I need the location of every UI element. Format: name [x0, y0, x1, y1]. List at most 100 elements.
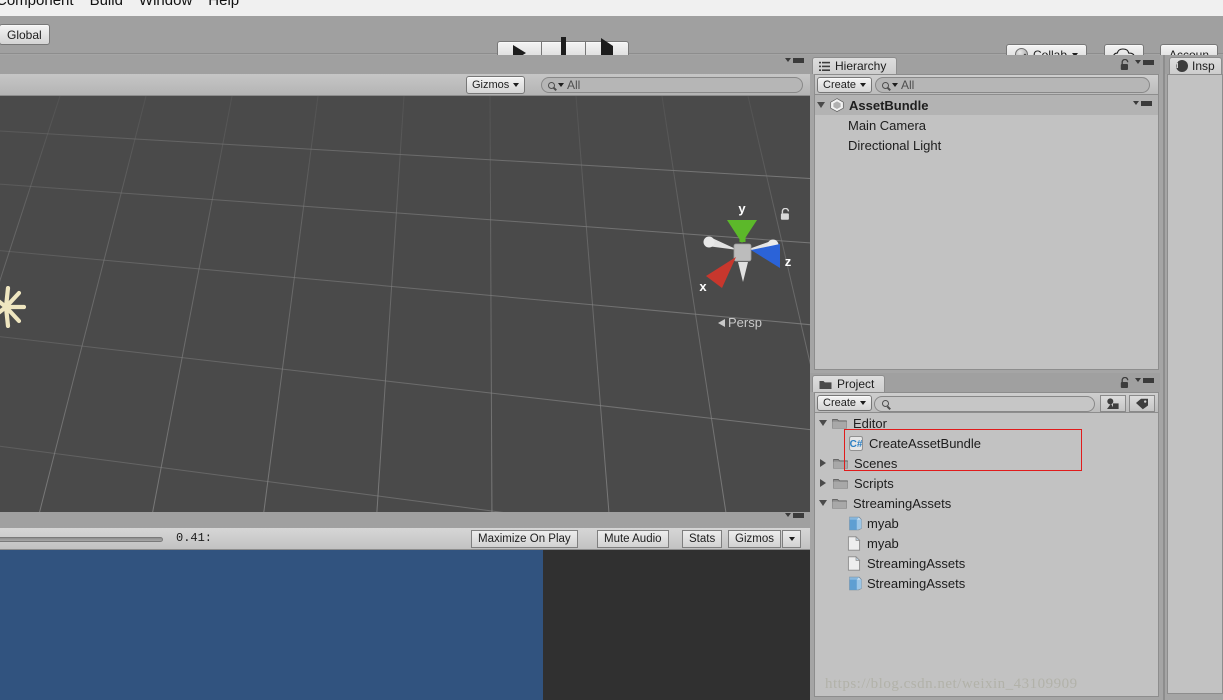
- folder-icon: [819, 380, 832, 389]
- project-item-label: Editor: [853, 415, 887, 431]
- file-icon: [847, 535, 861, 551]
- hierarchy-search-value: All: [901, 78, 915, 92]
- project-toolbar: Create: [814, 392, 1159, 413]
- scene-projection-label: Persp: [718, 315, 762, 330]
- chevron-down-icon: [860, 83, 867, 87]
- game-gizmos-button[interactable]: Gizmos: [728, 530, 781, 548]
- hierarchy-scene-label: AssetBundle: [849, 97, 929, 113]
- game-render-area: [0, 550, 543, 700]
- menu-lines-icon: [793, 513, 804, 518]
- game-options-button[interactable]: [785, 513, 804, 518]
- maximize-on-play-button[interactable]: Maximize On Play: [471, 530, 578, 548]
- hierarchy-lock-icon[interactable]: [1120, 59, 1130, 71]
- scene-gizmos-dropdown[interactable]: Gizmos: [466, 76, 526, 94]
- menu-item-help[interactable]: Help: [208, 0, 239, 9]
- hierarchy-item-label: Main Camera: [848, 117, 927, 133]
- chevron-down-icon[interactable]: [819, 420, 827, 426]
- tab-project[interactable]: Project: [812, 375, 886, 392]
- tab-hierarchy[interactable]: Hierarchy: [812, 57, 898, 74]
- chevron-down-icon: [513, 83, 520, 87]
- chevron-down-icon[interactable]: [817, 102, 825, 108]
- menu-item-build[interactable]: Build: [90, 0, 123, 9]
- scene-toolbar: Gizmos All: [0, 74, 810, 96]
- project-filter-by-label-button[interactable]: [1129, 395, 1155, 412]
- right-dock-column: Hierarchy Create All AssetBundle Main Ca…: [810, 55, 1165, 700]
- project-tree[interactable]: Editor C# CreateAssetBundle Scenes Scrip…: [814, 413, 1159, 697]
- folder-icon: [833, 478, 848, 489]
- mute-audio-button[interactable]: Mute Audio: [597, 530, 669, 548]
- scene-viewport[interactable]: y z x Persp: [0, 96, 810, 512]
- csharp-script-icon: C#: [849, 435, 863, 451]
- project-item-streamingassets-bundle[interactable]: StreamingAssets: [815, 573, 1158, 593]
- game-tab-row: [0, 512, 810, 528]
- game-view-panel: 0.41: Maximize On Play Mute Audio Stats …: [0, 512, 810, 700]
- project-panel: Project Create Editor C# CreateAssetBund…: [810, 373, 1160, 700]
- game-scale-slider[interactable]: [0, 537, 163, 542]
- menu-item-window[interactable]: Window: [139, 0, 192, 9]
- hierarchy-scene-row[interactable]: AssetBundle: [815, 95, 1158, 115]
- project-item-myab-bundle[interactable]: myab: [815, 513, 1158, 533]
- pivot-rotation-button[interactable]: Global: [0, 24, 50, 45]
- search-icon: [882, 400, 889, 407]
- menu-item-component[interactable]: Component: [0, 0, 74, 9]
- directional-light-gizmo-icon: [0, 286, 26, 328]
- project-item-label: StreamingAssets: [867, 555, 966, 571]
- hierarchy-item-main-camera[interactable]: Main Camera: [815, 115, 1158, 135]
- hierarchy-toolbar: Create All: [814, 74, 1159, 95]
- hierarchy-item-label: Directional Light: [848, 137, 942, 153]
- hierarchy-tree[interactable]: AssetBundle Main Camera Directional Ligh…: [814, 95, 1159, 370]
- folder-icon: [833, 458, 848, 469]
- chevron-down-icon: [892, 83, 898, 87]
- chevron-right-icon[interactable]: [820, 479, 826, 487]
- project-item-editor[interactable]: Editor: [815, 413, 1158, 433]
- project-search-input[interactable]: [874, 395, 1095, 412]
- scene-search-value: All: [567, 78, 581, 92]
- tab-inspector[interactable]: i Insp: [1169, 57, 1222, 74]
- svg-text:y: y: [738, 201, 746, 216]
- project-item-createassetbundle[interactable]: C# CreateAssetBundle: [815, 433, 1158, 453]
- project-create-button[interactable]: Create: [817, 395, 873, 411]
- inspector-tab-label: Insp: [1192, 59, 1215, 73]
- scene-lock-icon[interactable]: [780, 208, 791, 221]
- scene-grid: [0, 96, 810, 512]
- main-toolbar: Global Collab Accoun: [0, 16, 1223, 69]
- project-item-myab-manifest[interactable]: myab: [815, 533, 1158, 553]
- chevron-down-icon: [558, 83, 564, 87]
- project-lock-icon[interactable]: [1120, 377, 1130, 389]
- project-options-button[interactable]: [1135, 378, 1154, 383]
- chevron-down-icon: [785, 58, 791, 63]
- search-icon: [882, 81, 889, 89]
- project-filter-by-type-button[interactable]: [1100, 395, 1126, 412]
- project-item-label: StreamingAssets: [867, 575, 966, 591]
- hierarchy-search-input[interactable]: All: [875, 77, 1150, 93]
- stats-button[interactable]: Stats: [682, 530, 723, 548]
- game-gizmos-dropdown[interactable]: [782, 530, 801, 548]
- project-tab-row: Project: [810, 373, 1160, 392]
- arrow-left-icon: [718, 318, 725, 327]
- hierarchy-create-button[interactable]: Create: [817, 77, 873, 93]
- project-item-label: Scripts: [854, 475, 894, 491]
- inspector-panel: i Insp: [1165, 55, 1223, 700]
- game-viewport[interactable]: [0, 550, 810, 700]
- svg-text:C#: C#: [850, 439, 863, 450]
- projection-text: Persp: [728, 315, 762, 330]
- watermark-text: https://blog.csdn.net/weixin_43109909: [825, 676, 1078, 692]
- hierarchy-options-button[interactable]: [1135, 60, 1154, 65]
- unity-editor-window: Component Build Window Help Global Colla…: [0, 0, 1223, 700]
- scene-search-input[interactable]: All: [541, 77, 803, 93]
- scene-options-button[interactable]: [785, 58, 804, 63]
- chevron-down-icon[interactable]: [819, 500, 827, 506]
- hierarchy-create-label: Create: [823, 79, 857, 91]
- project-item-scripts[interactable]: Scripts: [815, 473, 1158, 493]
- hierarchy-item-directional-light[interactable]: Directional Light: [815, 135, 1158, 155]
- menu-lines-icon: [793, 58, 804, 63]
- menu-lines-icon: [1141, 101, 1152, 106]
- project-item-streamingassets-folder[interactable]: StreamingAssets: [815, 493, 1158, 513]
- folder-icon: [832, 418, 847, 429]
- menu-lines-icon: [1143, 60, 1154, 65]
- chevron-right-icon[interactable]: [820, 459, 826, 467]
- project-item-scenes[interactable]: Scenes: [815, 453, 1158, 473]
- scene-row-options-button[interactable]: [1133, 101, 1152, 106]
- inspector-body: [1167, 74, 1223, 694]
- project-item-streamingassets-manifest[interactable]: StreamingAssets: [815, 553, 1158, 573]
